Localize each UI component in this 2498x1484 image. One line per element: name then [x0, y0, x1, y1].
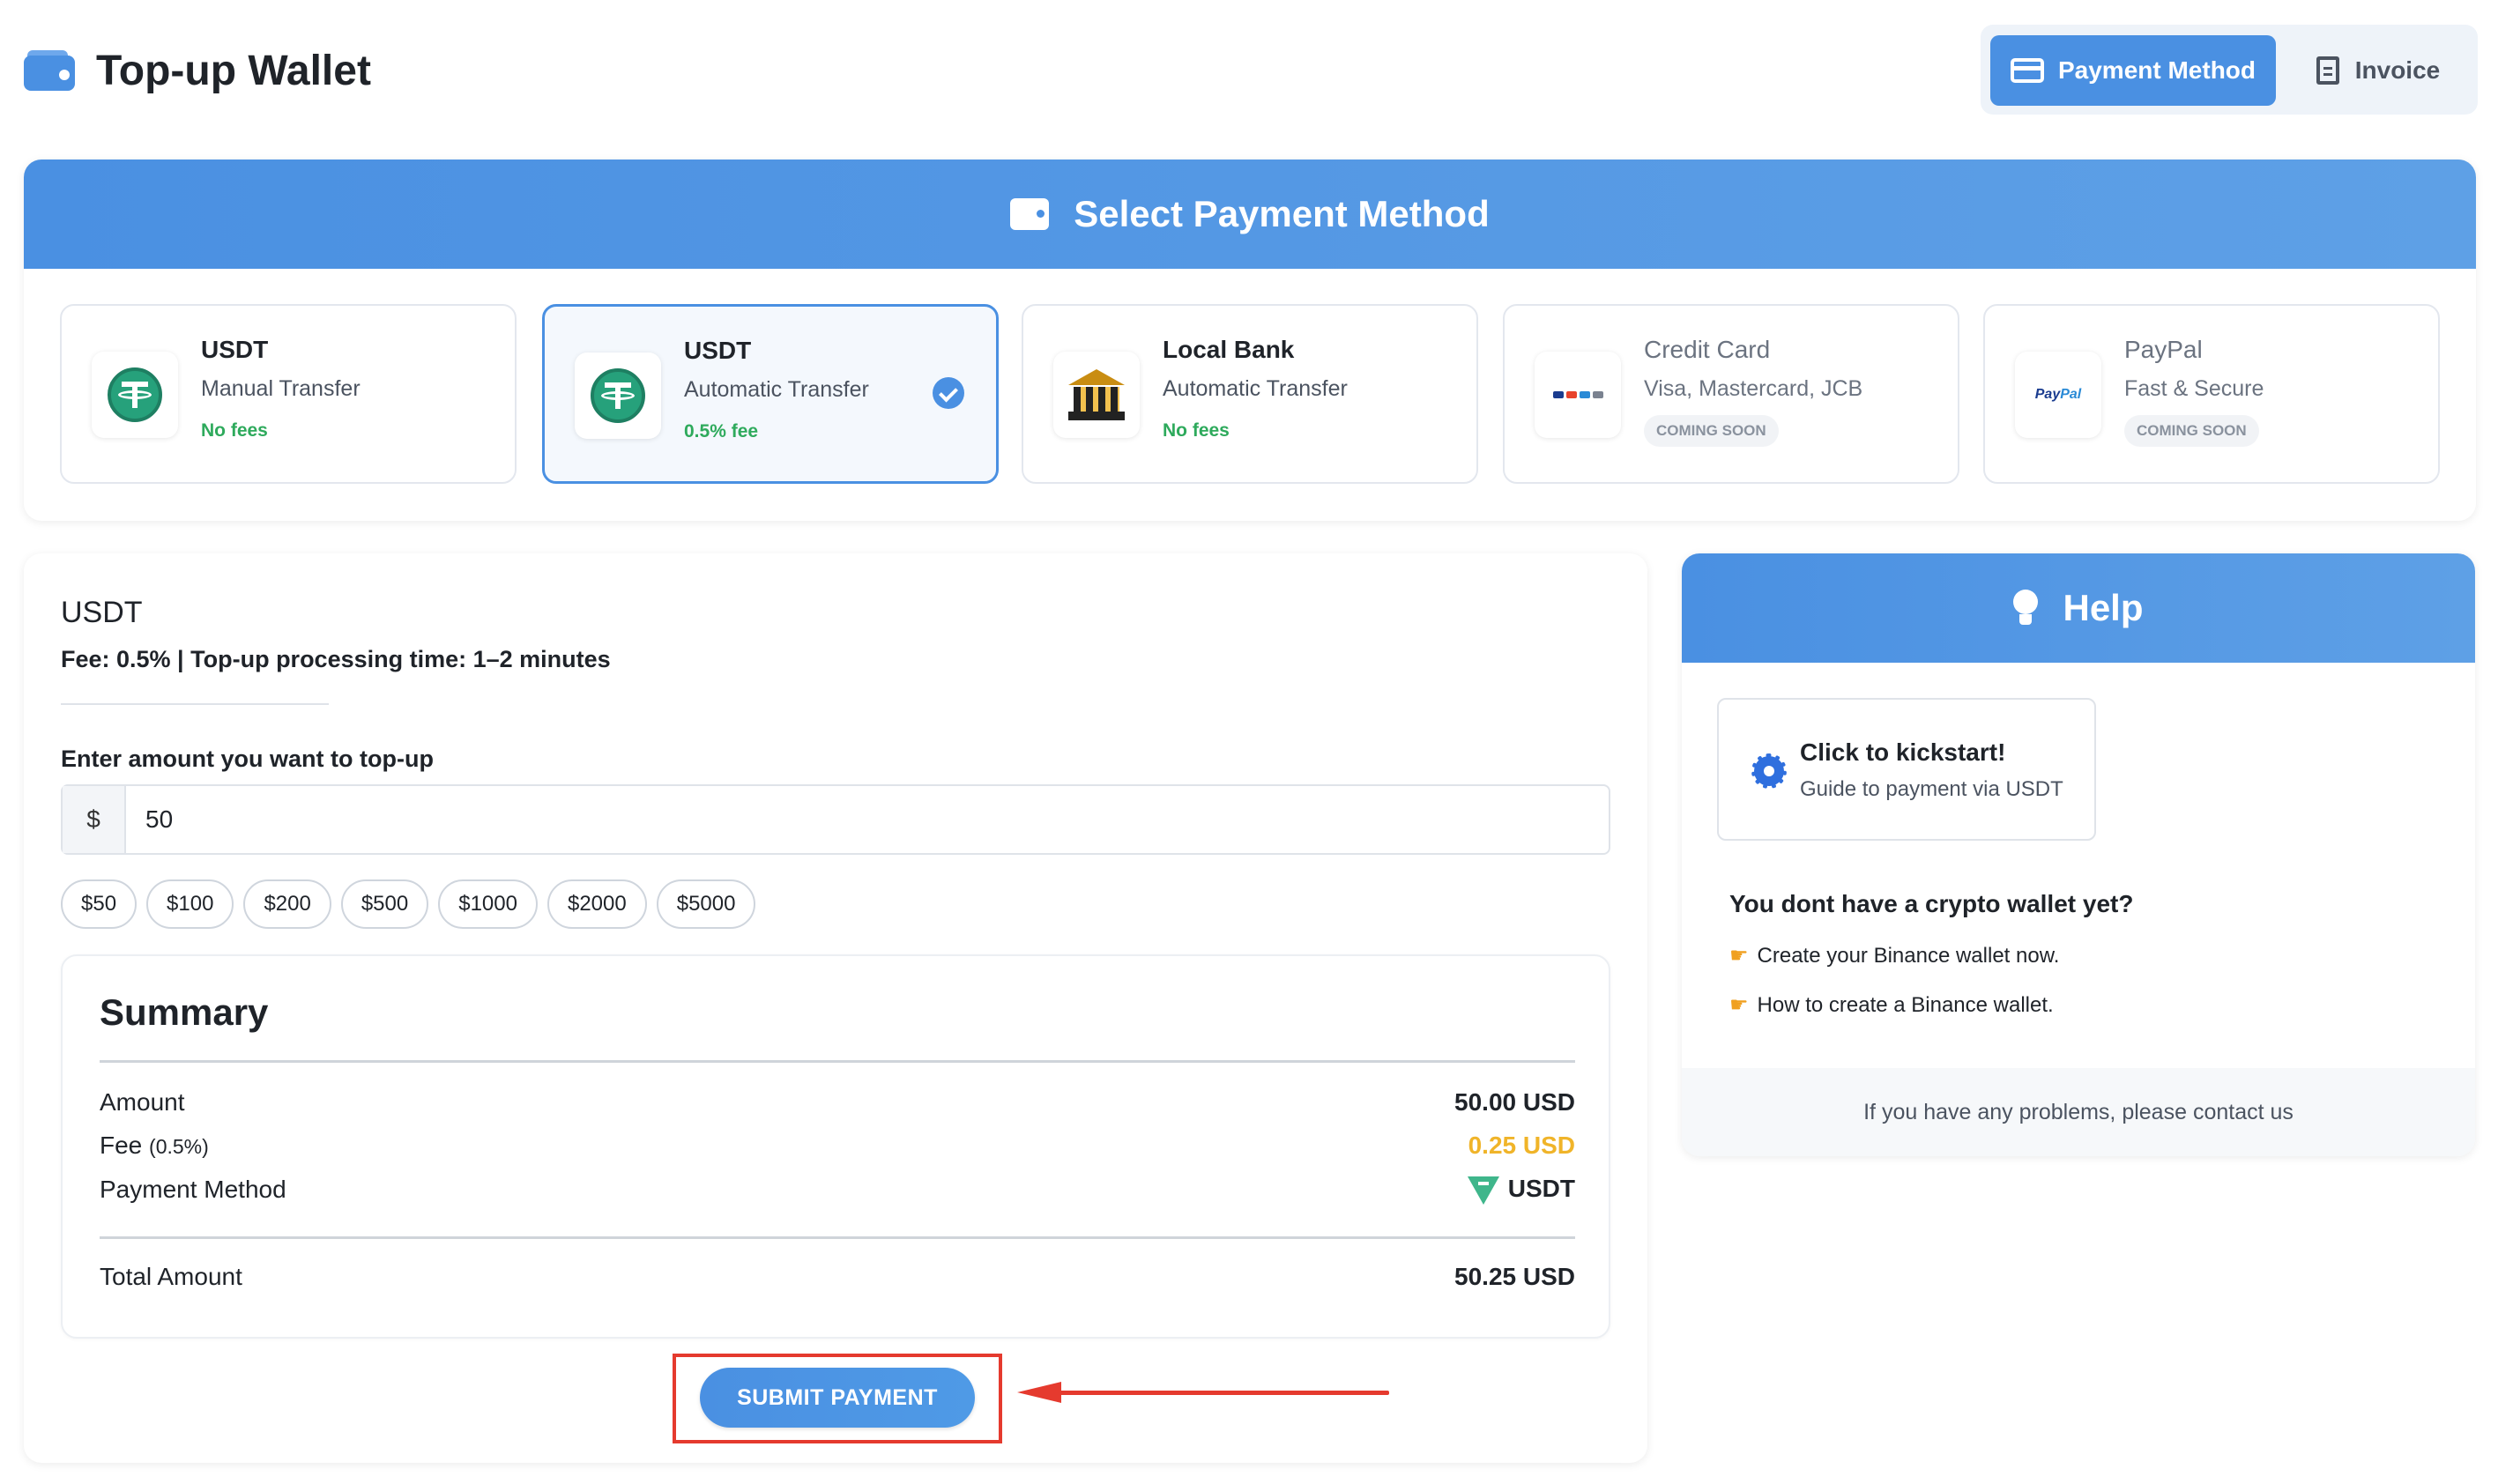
card-icon [2010, 58, 2044, 83]
document-icon [2316, 56, 2339, 85]
method-title: PayPal [2124, 336, 2203, 363]
coming-soon-badge: COMING SOON [2124, 415, 2259, 447]
tab-label: Invoice [2354, 56, 2441, 84]
divider [61, 703, 329, 705]
fee-info: Fee: 0.5% | Top-up processing time: 1–2 … [61, 646, 611, 672]
bank-icon [1068, 369, 1125, 420]
pointing-hand-icon: ☛ [1729, 944, 1749, 968]
method-option-usdt-automatic[interactable]: USDT Automatic Transfer 0.5% fee [542, 304, 999, 484]
row-label: Amount [100, 1088, 185, 1116]
tab-label: Payment Method [2057, 56, 2256, 84]
panel-header: Select Payment Method [24, 160, 2476, 269]
pointing-hand-icon: ☛ [1729, 993, 1749, 1017]
selected-method-title: USDT [61, 596, 143, 629]
summary-row-amount: Amount 50.00 USD [100, 1088, 1575, 1117]
kickstart-guide-button[interactable]: Click to kickstart! Guide to payment via… [1717, 698, 2096, 841]
credit-cards-icon [1552, 391, 1603, 398]
row-label: Fee (0.5%) [100, 1132, 209, 1159]
method-subtitle: Automatic Transfer [1163, 376, 1348, 401]
method-subtitle: Visa, Mastercard, JCB [1644, 376, 1863, 401]
summary-row-method: Payment Method USDT [100, 1175, 1575, 1205]
tether-icon [1467, 1176, 1499, 1205]
row-label: Payment Method [100, 1175, 286, 1203]
summary-row-total: Total Amount 50.25 USD [100, 1263, 1575, 1291]
preset-amounts: $50 $100 $200 $500 $1000 $2000 $5000 [61, 879, 756, 929]
paypal-icon: PayPal [2034, 387, 2082, 402]
gear-icon [1751, 753, 1787, 789]
method-option-credit-card: Credit Card Visa, Mastercard, JCB COMING… [1503, 304, 1959, 484]
method-option-paypal: PayPal PayPal Fast & Secure COMING SOON [1983, 304, 2440, 484]
currency-prefix: $ [63, 786, 126, 853]
page-header: Top-up Wallet [24, 35, 371, 106]
annotation-highlight-box: SUBMIT PAYMENT [673, 1354, 1002, 1443]
method-logo [1535, 352, 1621, 438]
method-logo: PayPal [2015, 352, 2101, 438]
amount-input-group: $ [61, 784, 1610, 855]
preset-100-button[interactable]: $100 [146, 879, 234, 929]
topup-form-card: USDT Fee: 0.5% | Top-up processing time:… [24, 553, 1647, 1463]
link-label: Create your Binance wallet now. [1757, 943, 2060, 968]
method-logo [1053, 352, 1140, 438]
tab-invoice[interactable]: Invoice [2286, 35, 2471, 106]
help-title: Help [2063, 587, 2144, 628]
preset-50-button[interactable]: $50 [61, 879, 138, 929]
kickstart-subtitle: Guide to payment via USDT [1800, 777, 2063, 801]
amount-input[interactable] [126, 786, 1609, 853]
summary-box: Summary Amount 50.00 USD Fee (0.5%) 0.25… [61, 954, 1610, 1339]
method-title: USDT [201, 336, 269, 363]
help-card: Help Click to kickstart! Guide to paymen… [1682, 553, 2475, 1156]
wallet-icon [24, 50, 75, 91]
row-value: 50.25 USD [1454, 1263, 1575, 1290]
method-option-usdt-manual[interactable]: USDT Manual Transfer No fees [60, 304, 517, 484]
tether-icon [591, 368, 645, 423]
submit-payment-button[interactable]: SUBMIT PAYMENT [700, 1368, 975, 1428]
create-binance-wallet-link[interactable]: ☛ Create your Binance wallet now. [1729, 943, 2059, 968]
help-header: Help [1682, 553, 2475, 663]
help-question: You dont have a crypto wallet yet? [1729, 890, 2134, 917]
method-subtitle: Automatic Transfer [684, 377, 869, 402]
payment-method-panel: Select Payment Method USDT Manual Transf… [24, 160, 2476, 521]
method-fee-note: No fees [201, 420, 268, 441]
method-title: USDT [684, 337, 752, 364]
page-title: Top-up Wallet [96, 47, 371, 94]
selected-check-icon [933, 377, 964, 409]
panel-title: Select Payment Method [1074, 193, 1490, 234]
annotation-arrow-line [1054, 1391, 1389, 1395]
kickstart-title: Click to kickstart! [1800, 738, 2006, 766]
summary-title: Summary [100, 991, 269, 1033]
preset-200-button[interactable]: $200 [243, 879, 331, 929]
tab-payment-method[interactable]: Payment Method [1990, 35, 2276, 106]
wallet-icon [1010, 198, 1050, 230]
preset-1000-button[interactable]: $1000 [438, 879, 538, 929]
row-label: Total Amount [100, 1263, 242, 1290]
amount-label: Enter amount you want to top-up [61, 746, 434, 772]
binance-wallet-guide-link[interactable]: ☛ How to create a Binance wallet. [1729, 992, 2054, 1018]
method-fee-note: No fees [1163, 420, 1230, 441]
lightbulb-icon [2013, 590, 2039, 627]
method-title: Credit Card [1644, 336, 1771, 363]
row-value: 0.25 USD [1468, 1132, 1575, 1159]
method-subtitle: Manual Transfer [201, 376, 361, 401]
method-logo [92, 352, 178, 438]
preset-2000-button[interactable]: $2000 [546, 879, 647, 929]
method-logo [575, 352, 661, 439]
link-label: How to create a Binance wallet. [1757, 992, 2054, 1017]
divider [100, 1236, 1575, 1239]
help-footer: If you have any problems, please contact… [1682, 1068, 2475, 1156]
summary-row-fee: Fee (0.5%) 0.25 USD [100, 1132, 1575, 1160]
method-subtitle: Fast & Secure [2124, 376, 2264, 401]
row-value: USDT [1467, 1175, 1575, 1205]
method-fee-note: 0.5% fee [684, 421, 759, 441]
method-option-local-bank[interactable]: Local Bank Automatic Transfer No fees [1022, 304, 1478, 484]
divider [100, 1060, 1575, 1063]
method-title: Local Bank [1163, 336, 1295, 363]
coming-soon-badge: COMING SOON [1644, 415, 1779, 447]
tether-icon [108, 367, 162, 422]
preset-500-button[interactable]: $500 [340, 879, 429, 929]
row-value: 50.00 USD [1454, 1088, 1575, 1116]
view-tabs: Payment Method Invoice [1981, 25, 2478, 115]
preset-5000-button[interactable]: $5000 [656, 879, 756, 929]
